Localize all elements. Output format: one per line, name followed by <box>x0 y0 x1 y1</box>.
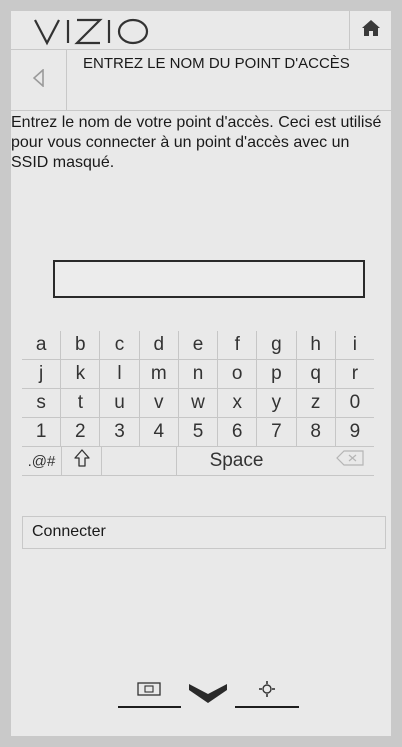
key-a[interactable]: a <box>22 331 62 360</box>
key-e[interactable]: e <box>178 331 219 360</box>
key-g[interactable]: g <box>257 331 297 360</box>
key-3[interactable]: 3 <box>100 418 140 447</box>
key-8[interactable]: 8 <box>296 418 336 447</box>
key-y[interactable]: y <box>257 389 297 418</box>
keyboard-row-3: s t u v w x y z 0 <box>22 389 374 418</box>
input-underline <box>118 706 181 708</box>
back-button[interactable] <box>11 50 67 110</box>
backspace-key[interactable] <box>296 447 374 476</box>
key-l[interactable]: l <box>100 360 140 389</box>
key-5[interactable]: 5 <box>178 418 219 447</box>
page-title: ENTREZ LE NOM DU POINT D'ACCÈS <box>83 55 350 72</box>
key-7[interactable]: 7 <box>257 418 297 447</box>
vizio-logo <box>33 14 151 48</box>
key-n[interactable]: n <box>178 360 219 389</box>
header <box>11 11 391 50</box>
key-o[interactable]: o <box>218 360 258 389</box>
key-0[interactable]: 0 <box>335 389 374 418</box>
key-z[interactable]: z <box>296 389 336 418</box>
symbols-key[interactable]: .@# <box>22 447 62 476</box>
access-point-name-input[interactable] <box>53 260 365 298</box>
key-q[interactable]: q <box>296 360 336 389</box>
key-k[interactable]: k <box>61 360 101 389</box>
keyboard-row-1: a b c d e f g h i <box>22 331 374 360</box>
key-w[interactable]: w <box>178 389 219 418</box>
key-i[interactable]: i <box>335 331 374 360</box>
key-1[interactable]: 1 <box>22 418 62 447</box>
key-t[interactable]: t <box>61 389 101 418</box>
key-m[interactable]: m <box>139 360 179 389</box>
key-c[interactable]: c <box>100 331 140 360</box>
settings-icon <box>258 680 276 703</box>
key-j[interactable]: j <box>22 360 62 389</box>
keyboard-row-5: .@# Space <box>22 447 374 476</box>
keyboard-row-4: 1 2 3 4 5 6 7 8 9 <box>22 418 374 447</box>
key-2[interactable]: 2 <box>61 418 101 447</box>
settings-panel: ENTREZ LE NOM DU POINT D'ACCÈS Entrez le… <box>11 11 391 736</box>
home-icon <box>361 19 381 42</box>
key-h[interactable]: h <box>296 331 336 360</box>
key-p[interactable]: p <box>257 360 297 389</box>
key-6[interactable]: 6 <box>218 418 258 447</box>
key-d[interactable]: d <box>139 331 179 360</box>
key-4[interactable]: 4 <box>139 418 179 447</box>
shift-icon <box>73 449 90 473</box>
backspace-icon <box>336 450 364 472</box>
key-f[interactable]: f <box>218 331 258 360</box>
key-x[interactable]: x <box>218 389 258 418</box>
key-u[interactable]: u <box>100 389 140 418</box>
input-button[interactable] <box>129 676 169 706</box>
on-screen-keyboard: a b c d e f g h i j k l m n o p q r s t … <box>22 331 374 476</box>
key-9[interactable]: 9 <box>335 418 374 447</box>
home-button[interactable] <box>349 11 391 49</box>
blank-key <box>102 447 177 476</box>
space-key[interactable]: Space <box>177 447 296 476</box>
settings-underline <box>235 706 299 708</box>
footer-nav <box>11 676 391 716</box>
input-icon <box>137 681 161 701</box>
key-b[interactable]: b <box>61 331 101 360</box>
menu-button[interactable] <box>183 680 233 710</box>
back-arrow-icon <box>32 67 45 92</box>
shift-key[interactable] <box>62 447 102 476</box>
connect-button[interactable]: Connecter <box>22 516 386 549</box>
description-text: Entrez le nom de votre point d'accès. Ce… <box>11 114 382 171</box>
settings-button[interactable] <box>247 676 287 706</box>
title-row: ENTREZ LE NOM DU POINT D'ACCÈS <box>11 50 391 111</box>
key-s[interactable]: s <box>22 389 62 418</box>
key-v[interactable]: v <box>139 389 179 418</box>
menu-chevron-icon <box>188 682 228 709</box>
key-r[interactable]: r <box>335 360 374 389</box>
keyboard-row-2: j k l m n o p q r <box>22 360 374 389</box>
